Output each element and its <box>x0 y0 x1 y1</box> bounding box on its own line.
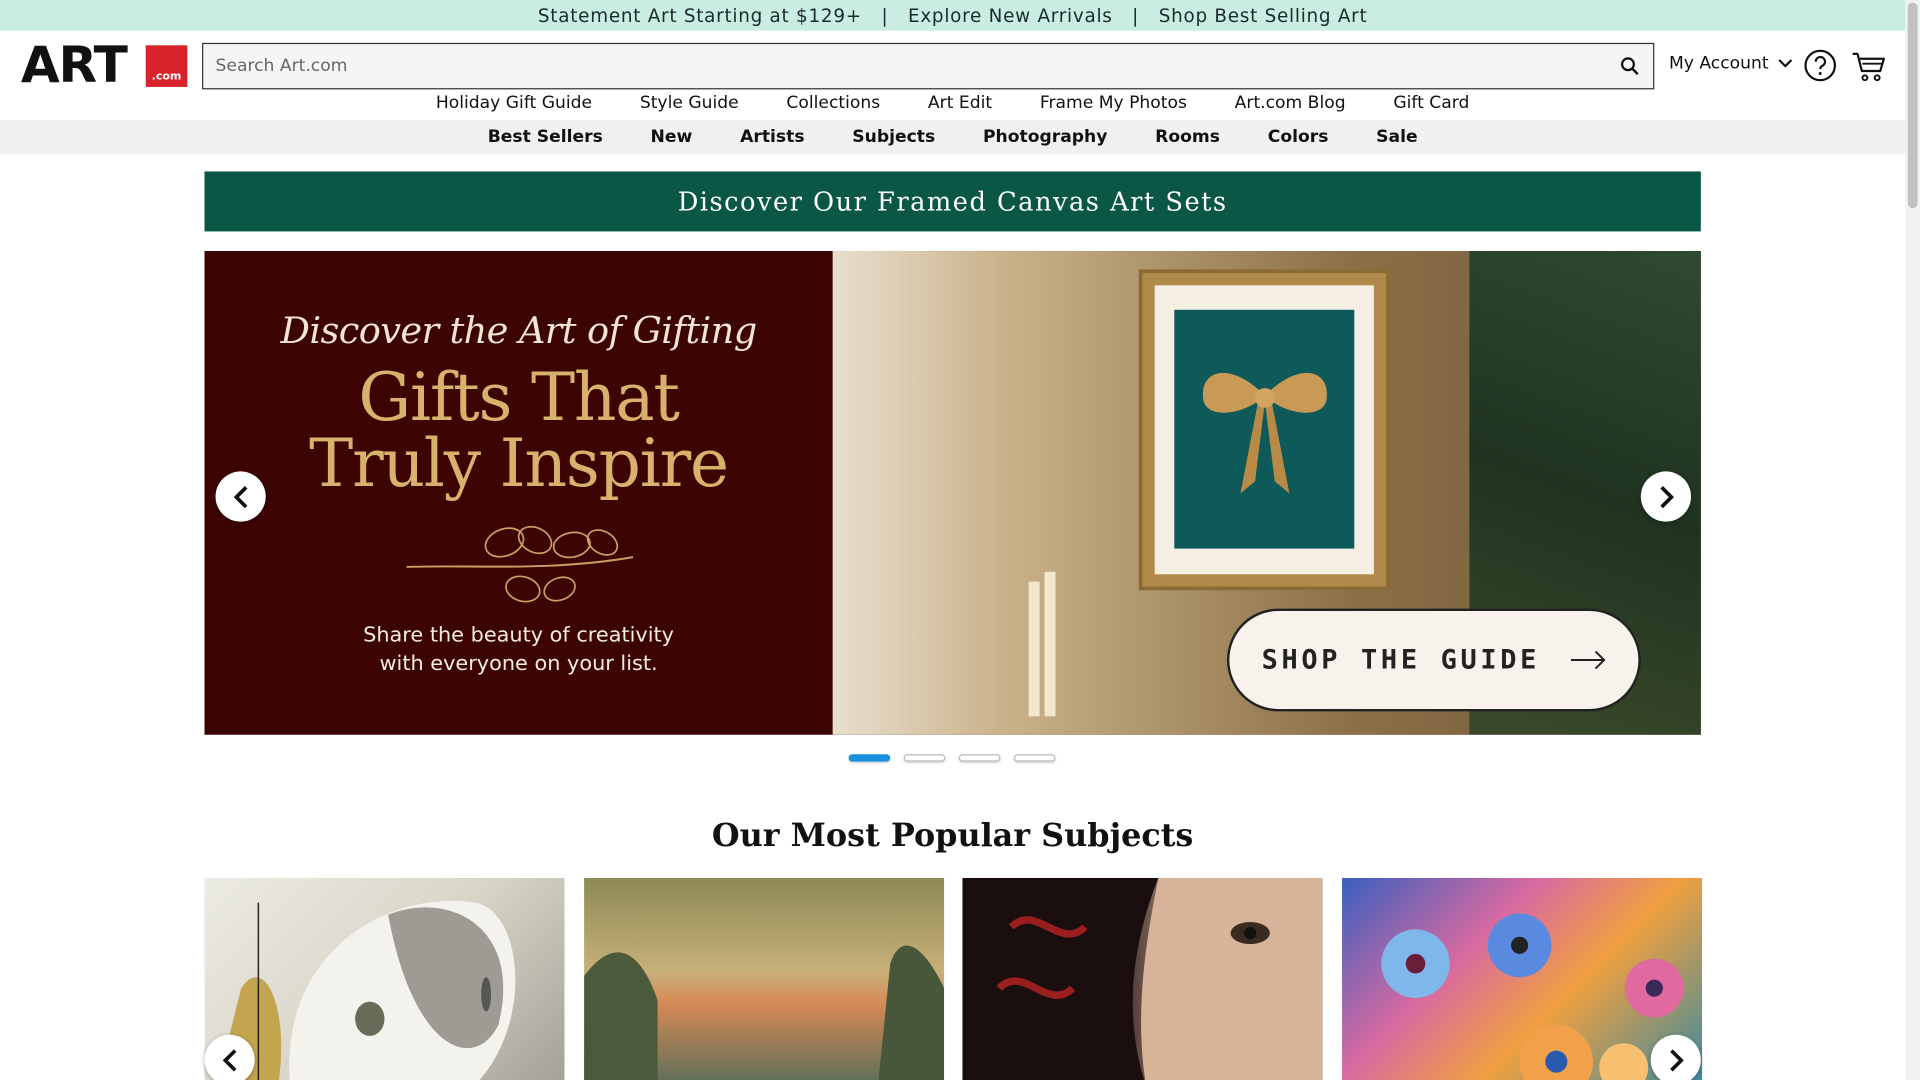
page-scrollbar[interactable] <box>1905 0 1920 1080</box>
hero-subtext: Share the beauty of creativity with ever… <box>204 622 832 678</box>
hero-script-title: Discover the Art of Gifting <box>280 309 758 353</box>
subjects-next-button[interactable] <box>1650 1034 1701 1080</box>
promo-bar: Statement Art Starting at $129+ | Explor… <box>0 0 1906 31</box>
nav-colors[interactable]: Colors <box>1268 127 1329 147</box>
nav-new[interactable]: New <box>651 127 693 147</box>
landscape-art-thumbnail <box>584 945 945 1080</box>
search-input[interactable] <box>203 44 1607 89</box>
search-bar <box>202 42 1655 90</box>
floral-art-thumbnail <box>1381 913 1684 1080</box>
nav-gift-card[interactable]: Gift Card <box>1393 93 1469 120</box>
nav-art-com-blog[interactable]: Art.com Blog <box>1235 93 1346 120</box>
hero-text-panel[interactable]: Discover the Art of Gifting Gifts That T… <box>204 251 833 735</box>
chevron-right-icon <box>1659 485 1674 508</box>
abstract-art-thumbnail <box>218 901 516 1080</box>
floral-ornament-icon <box>406 525 634 603</box>
carousel-dot[interactable] <box>903 754 946 762</box>
nav-subjects[interactable]: Subjects <box>852 127 935 147</box>
search-icon[interactable] <box>1607 44 1654 88</box>
promo-separator: | <box>1132 4 1140 27</box>
chevron-left-icon <box>233 485 247 508</box>
framed-canvas-banner[interactable]: Discover Our Framed Canvas Art Sets <box>204 171 1701 232</box>
carousel-prev-button[interactable] <box>215 471 266 522</box>
framed-bow-artwork <box>1138 269 1390 591</box>
help-icon[interactable] <box>1804 49 1837 82</box>
shop-the-guide-button[interactable]: SHOP THE GUIDE <box>1226 608 1641 712</box>
bow-icon <box>1202 372 1327 494</box>
nav-art-edit[interactable]: Art Edit <box>928 93 992 120</box>
hero-headline: Gifts That Truly Inspire <box>204 358 832 503</box>
nav-collections[interactable]: Collections <box>786 93 880 120</box>
hero-headline-line1: Gifts That <box>358 358 680 436</box>
popular-subjects-title: Our Most Popular Subjects <box>711 817 1194 855</box>
subject-tile[interactable] <box>584 877 945 1080</box>
nav-holiday-gift-guide[interactable]: Holiday Gift Guide <box>436 93 592 120</box>
chevron-left-icon <box>222 1048 236 1071</box>
nav-style-guide[interactable]: Style Guide <box>640 93 739 120</box>
hero-subtext-line2: with everyone on your list. <box>379 651 658 676</box>
hero-subtext-line1: Share the beauty of creativity <box>363 623 675 648</box>
candle-right <box>1044 571 1056 717</box>
nav-frame-my-photos[interactable]: Frame My Photos <box>1040 93 1187 120</box>
subject-tile[interactable] <box>204 877 565 1080</box>
cart-icon[interactable] <box>1851 50 1885 83</box>
nav-sale[interactable]: Sale <box>1376 127 1417 147</box>
my-account-label: My Account <box>1668 53 1769 74</box>
my-account-menu[interactable]: My Account <box>1668 53 1793 74</box>
carousel-dot[interactable] <box>1013 754 1056 762</box>
nav-best-sellers[interactable]: Best Sellers <box>488 127 603 147</box>
promo-statement-art-link[interactable]: Statement Art Starting at $129+ <box>538 4 862 26</box>
promo-new-arrivals-link[interactable]: Explore New Arrivals <box>908 4 1113 26</box>
shop-the-guide-label: SHOP THE GUIDE <box>1261 644 1541 676</box>
carousel-next-button[interactable] <box>1640 471 1692 522</box>
carousel-dot[interactable] <box>958 754 1001 762</box>
category-nav: Best Sellers New Artists Subjects Photog… <box>0 120 1906 155</box>
logo-com-badge: .com <box>145 45 188 87</box>
logo-art-text: ART <box>20 35 128 95</box>
chevron-right-icon <box>1669 1048 1684 1071</box>
hero-carousel: Discover the Art of Gifting Gifts That T… <box>204 251 1701 735</box>
promo-separator: | <box>881 4 889 27</box>
subject-tile[interactable] <box>1342 877 1703 1080</box>
hero-headline-line2: Truly Inspire <box>309 424 729 503</box>
arrow-right-icon <box>1570 650 1606 670</box>
candle-left <box>1028 581 1040 717</box>
nav-rooms[interactable]: Rooms <box>1155 127 1220 147</box>
subjects-prev-button[interactable] <box>204 1034 255 1080</box>
art-com-logo[interactable]: ART .com <box>21 38 188 92</box>
chevron-down-icon <box>1778 59 1793 68</box>
scrollbar-thumb[interactable] <box>1907 2 1918 209</box>
subject-tile[interactable] <box>962 877 1323 1080</box>
primary-nav: Holiday Gift Guide Style Guide Collectio… <box>0 93 1905 120</box>
nav-photography[interactable]: Photography <box>983 127 1107 147</box>
carousel-dot[interactable] <box>848 754 891 762</box>
promo-best-selling-link[interactable]: Shop Best Selling Art <box>1159 4 1368 26</box>
carousel-indicators <box>848 754 1056 762</box>
portrait-art-thumbnail <box>962 877 1323 1080</box>
nav-artists[interactable]: Artists <box>740 127 804 147</box>
